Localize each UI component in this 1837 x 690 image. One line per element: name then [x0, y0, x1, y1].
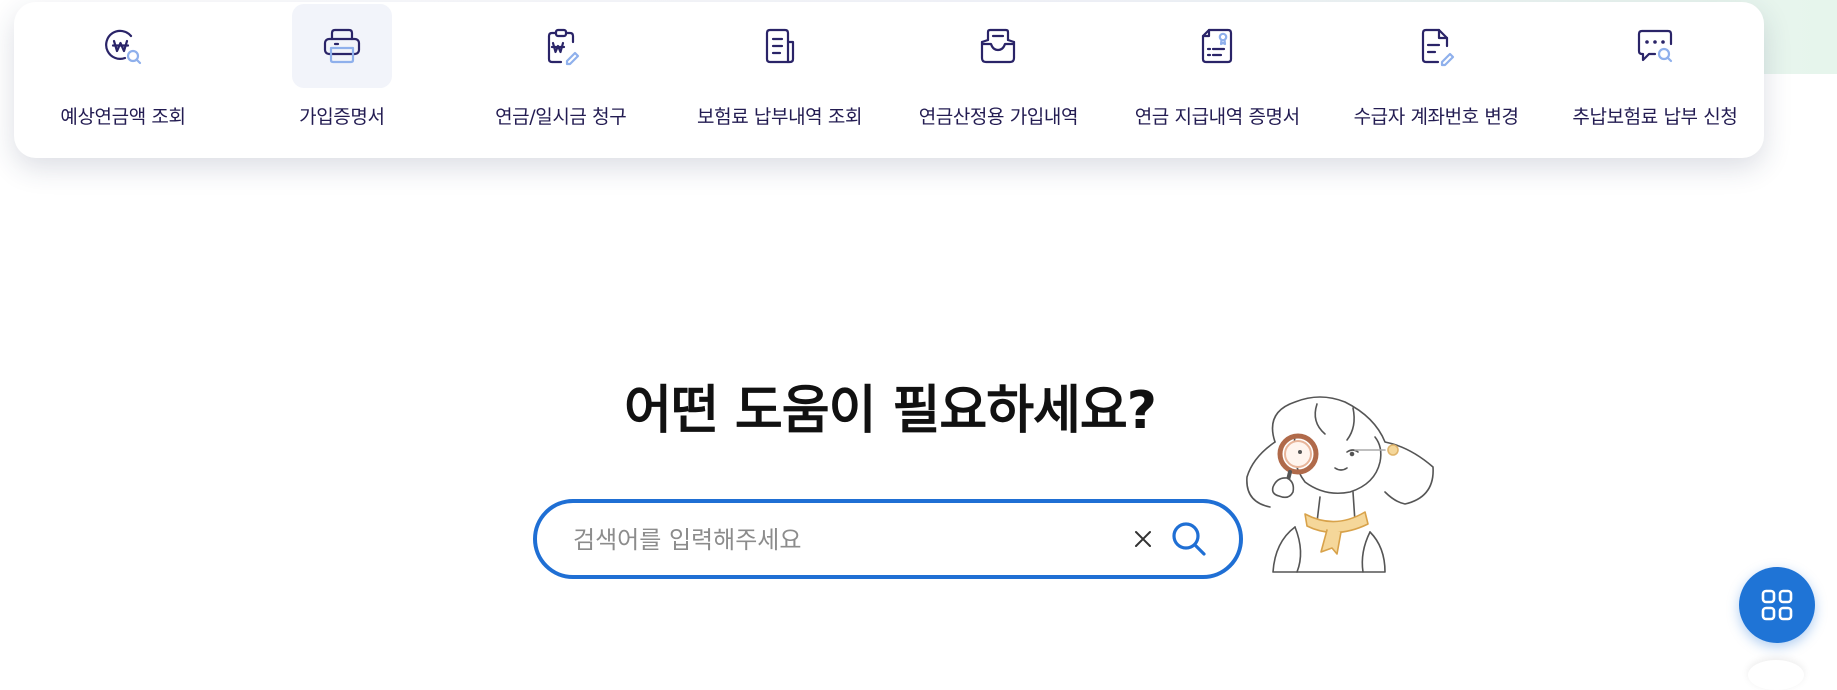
receipt-icon: [730, 4, 830, 88]
won-search-icon: [73, 4, 173, 88]
quick-menu-item-certificate[interactable]: 가입증명서: [242, 2, 442, 158]
quick-menu-item-account-change[interactable]: 수급자 계좌번호 변경: [1336, 2, 1536, 158]
printer-icon: [291, 4, 392, 88]
clipboard-won-icon: [511, 4, 611, 88]
quick-menu-item-pension-enrollment[interactable]: 연금산정용 가입내역: [898, 2, 1098, 158]
clear-search-button[interactable]: [1129, 525, 1157, 553]
chat-search-icon: [1605, 4, 1705, 88]
close-icon: [1135, 531, 1151, 547]
search-bar: [533, 499, 1243, 579]
quick-menu-bar: 예상연금액 조회 가입증명서 연금/일시금 청구 보험료 납부내역 조회 연금산…: [14, 2, 1764, 158]
character-illustration: [1235, 392, 1440, 577]
inbox-icon: [948, 4, 1048, 88]
quick-menu-label: 연금 지급내역 증명서: [1134, 106, 1300, 128]
secondary-floating-button[interactable]: [1748, 660, 1804, 690]
quick-menu-item-payment-certificate[interactable]: 연금 지급내역 증명서: [1117, 2, 1317, 158]
quick-menu-item-pension-claim[interactable]: 연금/일시금 청구: [461, 2, 661, 158]
quick-menu-item-expected-pension[interactable]: 예상연금액 조회: [23, 2, 223, 158]
search-input[interactable]: [571, 517, 1135, 563]
floating-menu-button[interactable]: [1739, 567, 1815, 643]
quick-menu-item-additional-premium[interactable]: 추납보험료 납부 신청: [1555, 2, 1755, 158]
page-title: 어떤 도움이 필요하세요?: [624, 381, 1157, 441]
quick-menu-label: 연금산정용 가입내역: [918, 106, 1079, 128]
quick-menu-item-premium-history[interactable]: 보험료 납부내역 조회: [680, 2, 880, 158]
document-edit-icon: [1386, 4, 1486, 88]
certificate-icon: [1167, 4, 1267, 88]
quick-menu-label: 추납보험료 납부 신청: [1572, 106, 1738, 128]
quick-menu-label: 보험료 납부내역 조회: [697, 106, 863, 128]
quick-menu-label: 연금/일시금 청구: [495, 106, 627, 128]
quick-menu-label: 수급자 계좌번호 변경: [1353, 106, 1519, 128]
quick-menu-label: 예상연금액 조회: [60, 106, 186, 128]
grid-icon: [1761, 589, 1793, 621]
search-button[interactable]: [1167, 517, 1211, 561]
quick-menu-label: 가입증명서: [299, 106, 385, 128]
search-icon: [1172, 522, 1206, 556]
